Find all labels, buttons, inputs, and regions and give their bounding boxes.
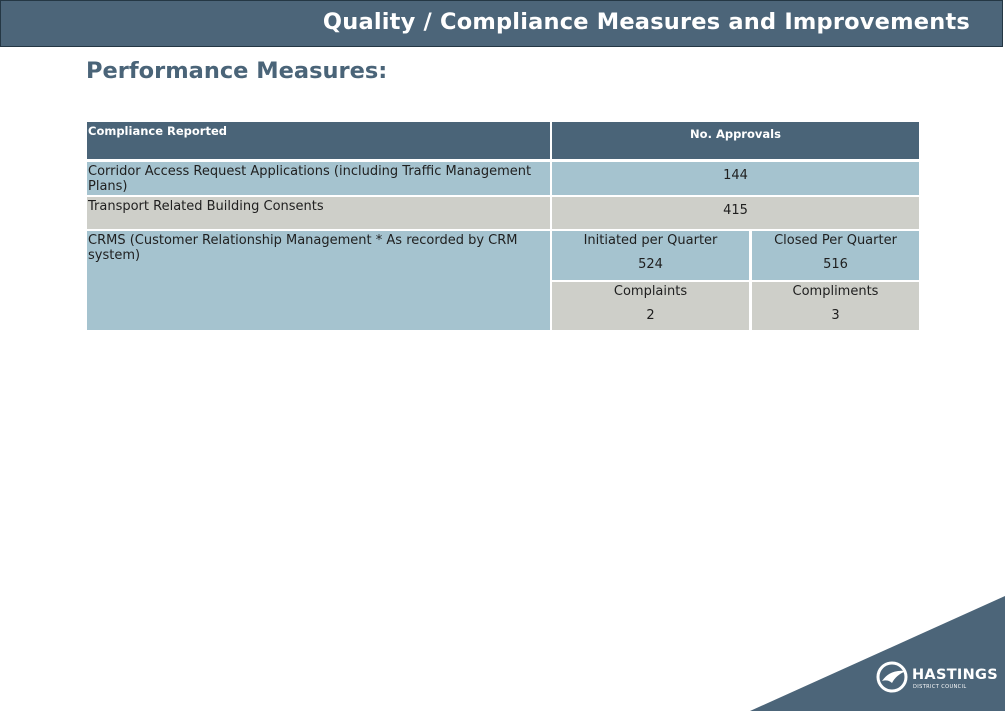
crms-initiated-label: Initiated per Quarter (583, 233, 718, 248)
crms-label: CRMS (Customer Relationship Management *… (87, 231, 550, 330)
table-header-compliance: Compliance Reported (87, 122, 550, 159)
header-bar: Quality / Compliance Measures and Improv… (0, 0, 1003, 47)
crms-compliments-value: 3 (831, 308, 840, 323)
logo-corner-triangle (750, 596, 1005, 711)
crms-initiated-value: 524 (638, 257, 663, 272)
crms-closed-value: 516 (823, 257, 848, 272)
table-header-approvals: No. Approvals (552, 122, 919, 159)
logo-name: HASTINGS (912, 667, 998, 683)
crms-complaints-label: Complaints (613, 284, 688, 299)
logo-subtitle: DISTRICT COUNCIL (913, 684, 967, 690)
crms-compliments-label: Compliments (792, 284, 879, 299)
table-row-label: Corridor Access Request Applications (in… (87, 162, 550, 195)
page-title: Performance Measures: (86, 58, 388, 84)
crms-complaints-cell: Complaints 2 (552, 282, 749, 330)
crms-complaints-value: 2 (646, 308, 655, 323)
crms-initiated-cell: Initiated per Quarter 524 (552, 231, 749, 280)
table-row-label: Transport Related Building Consents (87, 197, 550, 229)
crms-compliments-cell: Compliments 3 (752, 282, 919, 330)
crms-closed-label: Closed Per Quarter (774, 233, 897, 248)
crms-closed-cell: Closed Per Quarter 516 (752, 231, 919, 280)
table-row-value: 144 (552, 162, 919, 195)
table-row-value: 415 (552, 197, 919, 229)
bird-icon (876, 661, 908, 693)
header-title: Quality / Compliance Measures and Improv… (322, 9, 970, 35)
